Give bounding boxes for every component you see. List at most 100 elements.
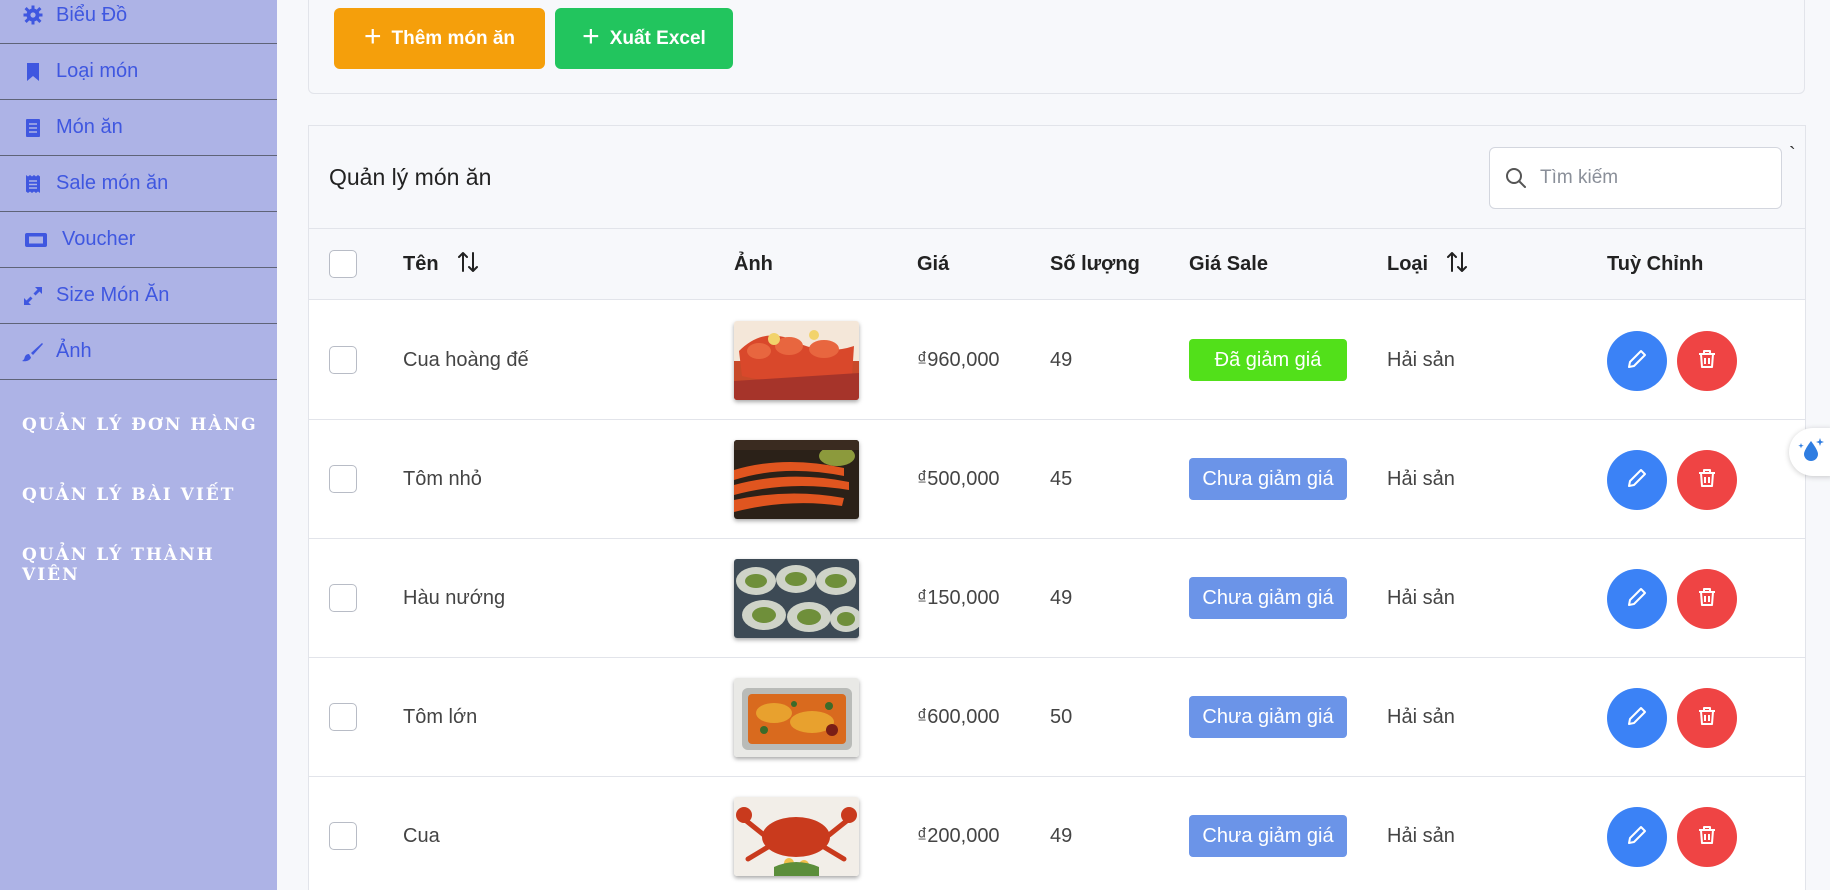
trash-icon: [1696, 586, 1718, 613]
delete-button[interactable]: [1677, 688, 1737, 748]
dish-price: ₫500,000: [917, 467, 1000, 490]
dish-name: Cua: [403, 824, 440, 847]
edit-button[interactable]: [1607, 569, 1667, 629]
toolbar: + Thêm món ăn + Xuất Excel: [308, 0, 1805, 94]
dish-category: Hải sản: [1387, 705, 1455, 728]
sidebar-section-members[interactable]: QUẢN LÝ THÀNH VIÊN: [0, 530, 277, 600]
dish-quantity: 50: [1050, 705, 1073, 728]
dish-category: Hải sản: [1387, 824, 1455, 847]
dish-name: Hàu nướng: [403, 586, 506, 609]
column-header-actions: Tuỳ Chỉnh: [1607, 253, 1704, 275]
sale-status-badge: Chưa giảm giá: [1189, 458, 1347, 500]
crab-photo: [734, 797, 859, 876]
sidebar-item-voucher[interactable]: Voucher: [0, 212, 277, 268]
search-input[interactable]: [1540, 162, 1770, 194]
dish-name: Tôm nhỏ: [403, 467, 482, 490]
dish-name: Tôm lớn: [403, 705, 478, 728]
trash-icon: [1696, 467, 1718, 494]
brush-icon: [22, 341, 44, 363]
dish-category: Hải sản: [1387, 586, 1455, 609]
sale-status-badge: Chưa giảm giá: [1189, 696, 1347, 738]
row-checkbox[interactable]: [329, 822, 357, 850]
edit-button[interactable]: [1607, 807, 1667, 867]
dish-quantity: 49: [1050, 586, 1073, 609]
column-header-name[interactable]: Tên: [403, 229, 479, 300]
column-header-sale: Giá Sale: [1189, 253, 1268, 275]
dish-category: Hải sản: [1387, 467, 1455, 490]
sidebar-item-label: Món ăn: [56, 116, 123, 138]
dish-name: Cua hoàng đế: [403, 348, 529, 371]
column-header-image: Ảnh: [734, 253, 773, 275]
select-all-checkbox[interactable]: [329, 250, 357, 278]
dish-price: ₫150,000: [917, 586, 1000, 609]
row-checkbox[interactable]: [329, 346, 357, 374]
edit-button[interactable]: [1607, 688, 1667, 748]
sidebar-item-label: Voucher: [62, 228, 136, 250]
king-crab-photo: [734, 321, 859, 400]
ticket-icon: [22, 229, 50, 251]
plus-icon: +: [363, 20, 382, 53]
table-head: Tên Ảnh Giá Số lượng Giá Sale Loại Tuỳ C…: [309, 229, 1805, 300]
stray-backtick: `: [1789, 144, 1796, 166]
table-row: Tôm nhỏ ₫500,000 45 Chưa giảm giá Hải sả…: [309, 420, 1805, 539]
row-checkbox[interactable]: [329, 465, 357, 493]
dish-quantity: 45: [1050, 467, 1073, 490]
delete-button[interactable]: [1677, 807, 1737, 867]
sidebar-item-label: Ảnh: [56, 340, 92, 362]
sidebar-item-size[interactable]: Size Món Ăn: [0, 268, 277, 324]
water-drop-sparkle-icon: [1796, 435, 1826, 470]
sidebar-item-label: Biểu Đồ: [56, 4, 128, 26]
column-header-category[interactable]: Loại: [1387, 229, 1468, 300]
table-row: Hàu nướng ₫150,000 49 Chưa giảm giá Hải …: [309, 539, 1805, 658]
sort-icon[interactable]: [457, 250, 479, 280]
add-dish-label: Thêm món ăn: [391, 27, 516, 49]
pencil-icon: [1626, 586, 1648, 613]
search-icon: [1504, 166, 1528, 195]
export-excel-button[interactable]: + Xuất Excel: [555, 8, 733, 69]
receipt-icon: [22, 173, 44, 195]
pencil-icon: [1626, 824, 1648, 851]
lobster-tray-photo: [734, 678, 859, 757]
dish-quantity: 49: [1050, 824, 1073, 847]
sidebar-item-label: Size Món Ăn: [56, 284, 170, 306]
delete-button[interactable]: [1677, 331, 1737, 391]
dish-quantity: 49: [1050, 348, 1073, 371]
column-header-quantity: Số lượng: [1050, 253, 1140, 275]
dish-category: Hải sản: [1387, 348, 1455, 371]
row-checkbox[interactable]: [329, 584, 357, 612]
sidebar-section-orders[interactable]: QUẢN LÝ ĐƠN HÀNG: [0, 390, 277, 460]
sidebar-item-label: Sale món ăn: [56, 172, 169, 194]
plus-icon: +: [582, 20, 600, 53]
dish-table-card: Quản lý món ăn ` Tên Ảnh Giá Số lượng Gi…: [308, 125, 1806, 890]
table-row: Tôm lớn ₫600,000 50 Chưa giảm giá Hải sả…: [309, 658, 1805, 777]
bookmark-icon: [22, 61, 44, 83]
sidebar-item-category[interactable]: Loại món: [0, 44, 277, 100]
row-checkbox[interactable]: [329, 703, 357, 731]
sort-icon[interactable]: [1446, 250, 1468, 280]
export-excel-label: Xuất Excel: [609, 27, 706, 49]
sidebar-item-images[interactable]: Ảnh: [0, 324, 277, 380]
sale-status-badge: Đã giảm giá: [1189, 339, 1347, 381]
edit-button[interactable]: [1607, 331, 1667, 391]
trash-icon: [1696, 348, 1718, 375]
floating-assistant-button[interactable]: [1789, 428, 1830, 476]
gear-icon: [22, 4, 44, 26]
grilled-oyster-photo: [734, 559, 859, 638]
sidebar-item-chart[interactable]: Biểu Đồ: [0, 0, 277, 44]
sale-status-badge: Chưa giảm giá: [1189, 815, 1347, 857]
pencil-icon: [1626, 705, 1648, 732]
edit-button[interactable]: [1607, 450, 1667, 510]
column-header-price: Giá: [917, 253, 950, 275]
trash-icon: [1696, 705, 1718, 732]
dish-price: ₫600,000: [917, 705, 1000, 728]
sidebar: Biểu Đồ Loại món Món ăn Sale món ăn Vouc…: [0, 0, 277, 890]
delete-button[interactable]: [1677, 569, 1737, 629]
grilled-shrimp-photo: [734, 440, 859, 519]
sidebar-item-dishes[interactable]: Món ăn: [0, 100, 277, 156]
sidebar-item-label: Loại món: [56, 60, 139, 82]
sidebar-item-sale[interactable]: Sale món ăn: [0, 156, 277, 212]
sidebar-section-posts[interactable]: QUẢN LÝ BÀI VIẾT: [0, 460, 277, 530]
add-dish-button[interactable]: + Thêm món ăn: [334, 8, 545, 69]
delete-button[interactable]: [1677, 450, 1737, 510]
search-box[interactable]: [1489, 147, 1782, 209]
